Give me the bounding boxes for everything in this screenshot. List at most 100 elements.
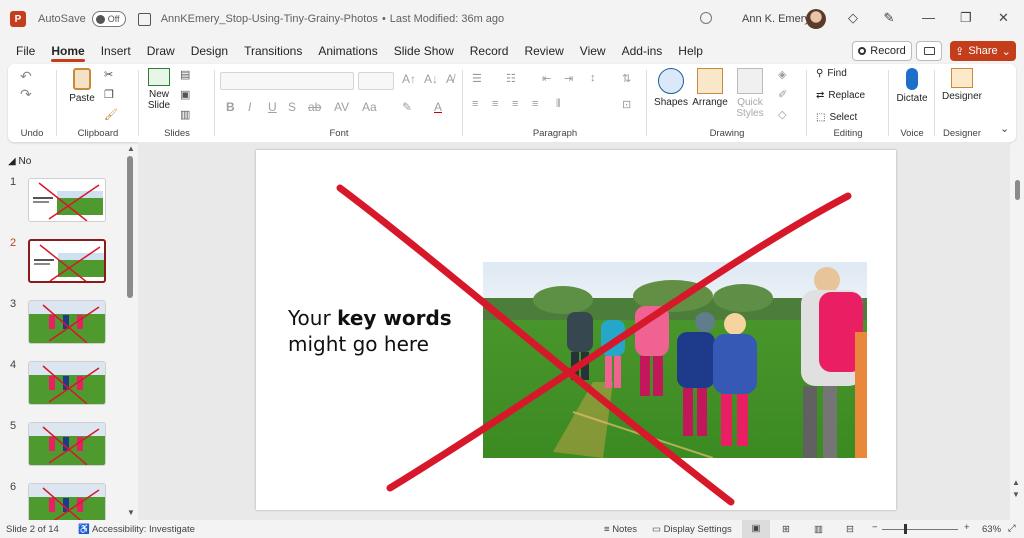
tab-add-ins[interactable]: Add-ins [614, 38, 671, 64]
columns-icon[interactable]: ⫴ [556, 98, 561, 111]
editor-scroll-thumb[interactable] [1015, 180, 1020, 200]
align-right-icon[interactable]: ≡ [512, 98, 518, 110]
shape-effects-icon[interactable]: ◇ [778, 108, 786, 121]
bold-icon[interactable]: B [226, 100, 235, 114]
underline-icon[interactable]: U [268, 100, 277, 114]
collapse-ribbon-icon[interactable]: ⌄ [1000, 122, 1009, 135]
reading-view-icon[interactable]: ▥ [814, 524, 823, 535]
slide-thumbnail[interactable] [28, 178, 106, 222]
layout-icon[interactable]: ▤ [180, 68, 190, 81]
arrange-button[interactable]: Arrange [690, 68, 730, 108]
slide-thumbnail[interactable] [28, 361, 106, 405]
justify-icon[interactable]: ≡ [532, 98, 538, 110]
shape-fill-icon[interactable]: ◈ [778, 68, 786, 81]
tab-file[interactable]: File [8, 38, 43, 64]
format-painter-icon[interactable]: 🖌 [104, 108, 118, 121]
accessibility-status[interactable]: ♿ Accessibility: Investigate [78, 524, 195, 535]
editor-scrollbar[interactable]: ▲ ▼ [1012, 142, 1024, 520]
display-settings-button[interactable]: ▭ Display Settings [652, 524, 732, 535]
dictate-button[interactable]: Dictate [892, 68, 932, 104]
scroll-down-icon[interactable]: ▼ [127, 508, 135, 517]
slideshow-icon[interactable]: ⊟ [846, 524, 854, 535]
reset-icon[interactable]: ▣ [180, 88, 190, 101]
tab-review[interactable]: Review [516, 38, 571, 64]
section-header[interactable]: ◢ No [8, 156, 31, 167]
italic-icon[interactable]: I [248, 100, 251, 114]
pen-icon[interactable]: ✎ [882, 11, 896, 25]
section-icon[interactable]: ▥ [180, 108, 190, 121]
close-icon[interactable]: ✕ [998, 10, 1009, 26]
strikethrough-icon[interactable]: ab [308, 100, 321, 114]
select-button[interactable]: ⬚ Select [816, 112, 857, 123]
normal-view-icon[interactable]: ▣ [742, 520, 770, 538]
decrease-indent-icon[interactable]: ⇤ [542, 72, 551, 85]
prev-slide-icon[interactable]: ▲ [1012, 478, 1020, 487]
decrease-font-icon[interactable]: A↓ [424, 72, 438, 86]
align-left-icon[interactable]: ≡ [472, 98, 478, 110]
scroll-thumb[interactable] [127, 156, 133, 298]
slide-sorter-icon[interactable]: ⊞ [782, 524, 790, 535]
spacing-icon[interactable]: AV [334, 100, 349, 114]
slide-thumbnail[interactable] [28, 239, 106, 283]
comments-button[interactable] [916, 41, 942, 61]
tab-design[interactable]: Design [183, 38, 236, 64]
replace-button[interactable]: ⇄ Replace [816, 90, 865, 101]
align-text-icon[interactable]: ⊡ [622, 98, 631, 111]
increase-indent-icon[interactable]: ⇥ [564, 72, 573, 85]
find-button[interactable]: ⚲ Find [816, 68, 847, 79]
highlight-icon[interactable]: ✎ [402, 100, 412, 114]
redo-icon[interactable]: ↷ [20, 86, 32, 103]
quick-styles-button[interactable]: Quick Styles [730, 68, 770, 119]
align-center-icon[interactable]: ≡ [492, 98, 498, 110]
document-title[interactable]: AnnKEmery_Stop-Using-Tiny-Grainy-Photos [161, 13, 378, 25]
line-spacing-icon[interactable]: ↕ [590, 72, 596, 84]
designer-button[interactable]: Designer [938, 68, 986, 102]
copy-icon[interactable]: ❐ [104, 88, 114, 101]
tab-help[interactable]: Help [670, 38, 711, 64]
tab-insert[interactable]: Insert [93, 38, 139, 64]
user-name[interactable]: Ann K. Emery [742, 13, 810, 25]
search-icon[interactable] [700, 12, 712, 24]
new-slide-button[interactable]: New Slide [142, 68, 176, 111]
avatar[interactable] [806, 9, 826, 29]
share-button[interactable]: ⇪ Share ⌄ [950, 41, 1016, 61]
paste-button[interactable]: Paste [64, 68, 100, 104]
shadow-icon[interactable]: S [288, 100, 296, 114]
tab-transitions[interactable]: Transitions [236, 38, 310, 64]
fit-slide-icon[interactable]: ⤢ [1008, 523, 1016, 534]
restore-icon[interactable]: ❐ [960, 10, 972, 26]
zoom-slider-knob[interactable] [904, 524, 907, 534]
tab-view[interactable]: View [572, 38, 614, 64]
slide-thumbnail[interactable] [28, 300, 106, 344]
tab-draw[interactable]: Draw [139, 38, 183, 64]
cut-icon[interactable]: ✂ [104, 68, 113, 81]
thumbnail-scrollbar[interactable]: ▲ ▼ [127, 144, 135, 520]
slide-thumbnail[interactable] [28, 422, 106, 466]
tab-slide-show[interactable]: Slide Show [386, 38, 462, 64]
zoom-out-icon[interactable]: − [872, 522, 878, 533]
numbering-icon[interactable]: ☷ [506, 72, 516, 85]
slide-canvas[interactable]: Your key words might go here [256, 150, 896, 510]
tab-animations[interactable]: Animations [310, 38, 385, 64]
zoom-in-icon[interactable]: + [964, 522, 970, 533]
shape-outline-icon[interactable]: ✐ [778, 88, 787, 101]
record-button[interactable]: Record [852, 41, 912, 61]
next-slide-icon[interactable]: ▼ [1012, 490, 1020, 499]
autosave-toggle[interactable]: Off [91, 11, 126, 27]
zoom-slider[interactable] [882, 529, 958, 530]
text-direction-icon[interactable]: ⇅ [622, 72, 631, 85]
minimize-icon[interactable]: — [922, 10, 935, 25]
tab-record[interactable]: Record [462, 38, 517, 64]
zoom-level[interactable]: 63% [982, 524, 1001, 535]
font-size-select[interactable] [358, 72, 394, 90]
diamond-icon[interactable]: ◇ [846, 11, 860, 25]
clear-format-icon[interactable]: A̸ [446, 72, 454, 86]
shapes-button[interactable]: Shapes [652, 68, 690, 108]
bullets-icon[interactable]: ☰ [472, 72, 482, 85]
change-case-icon[interactable]: Aa [362, 100, 377, 114]
scroll-up-icon[interactable]: ▲ [127, 144, 135, 153]
font-name-select[interactable] [220, 72, 354, 90]
undo-icon[interactable]: ↶ [20, 68, 32, 85]
notes-button[interactable]: ≡ Notes [604, 524, 637, 535]
tab-home[interactable]: Home [43, 38, 92, 64]
